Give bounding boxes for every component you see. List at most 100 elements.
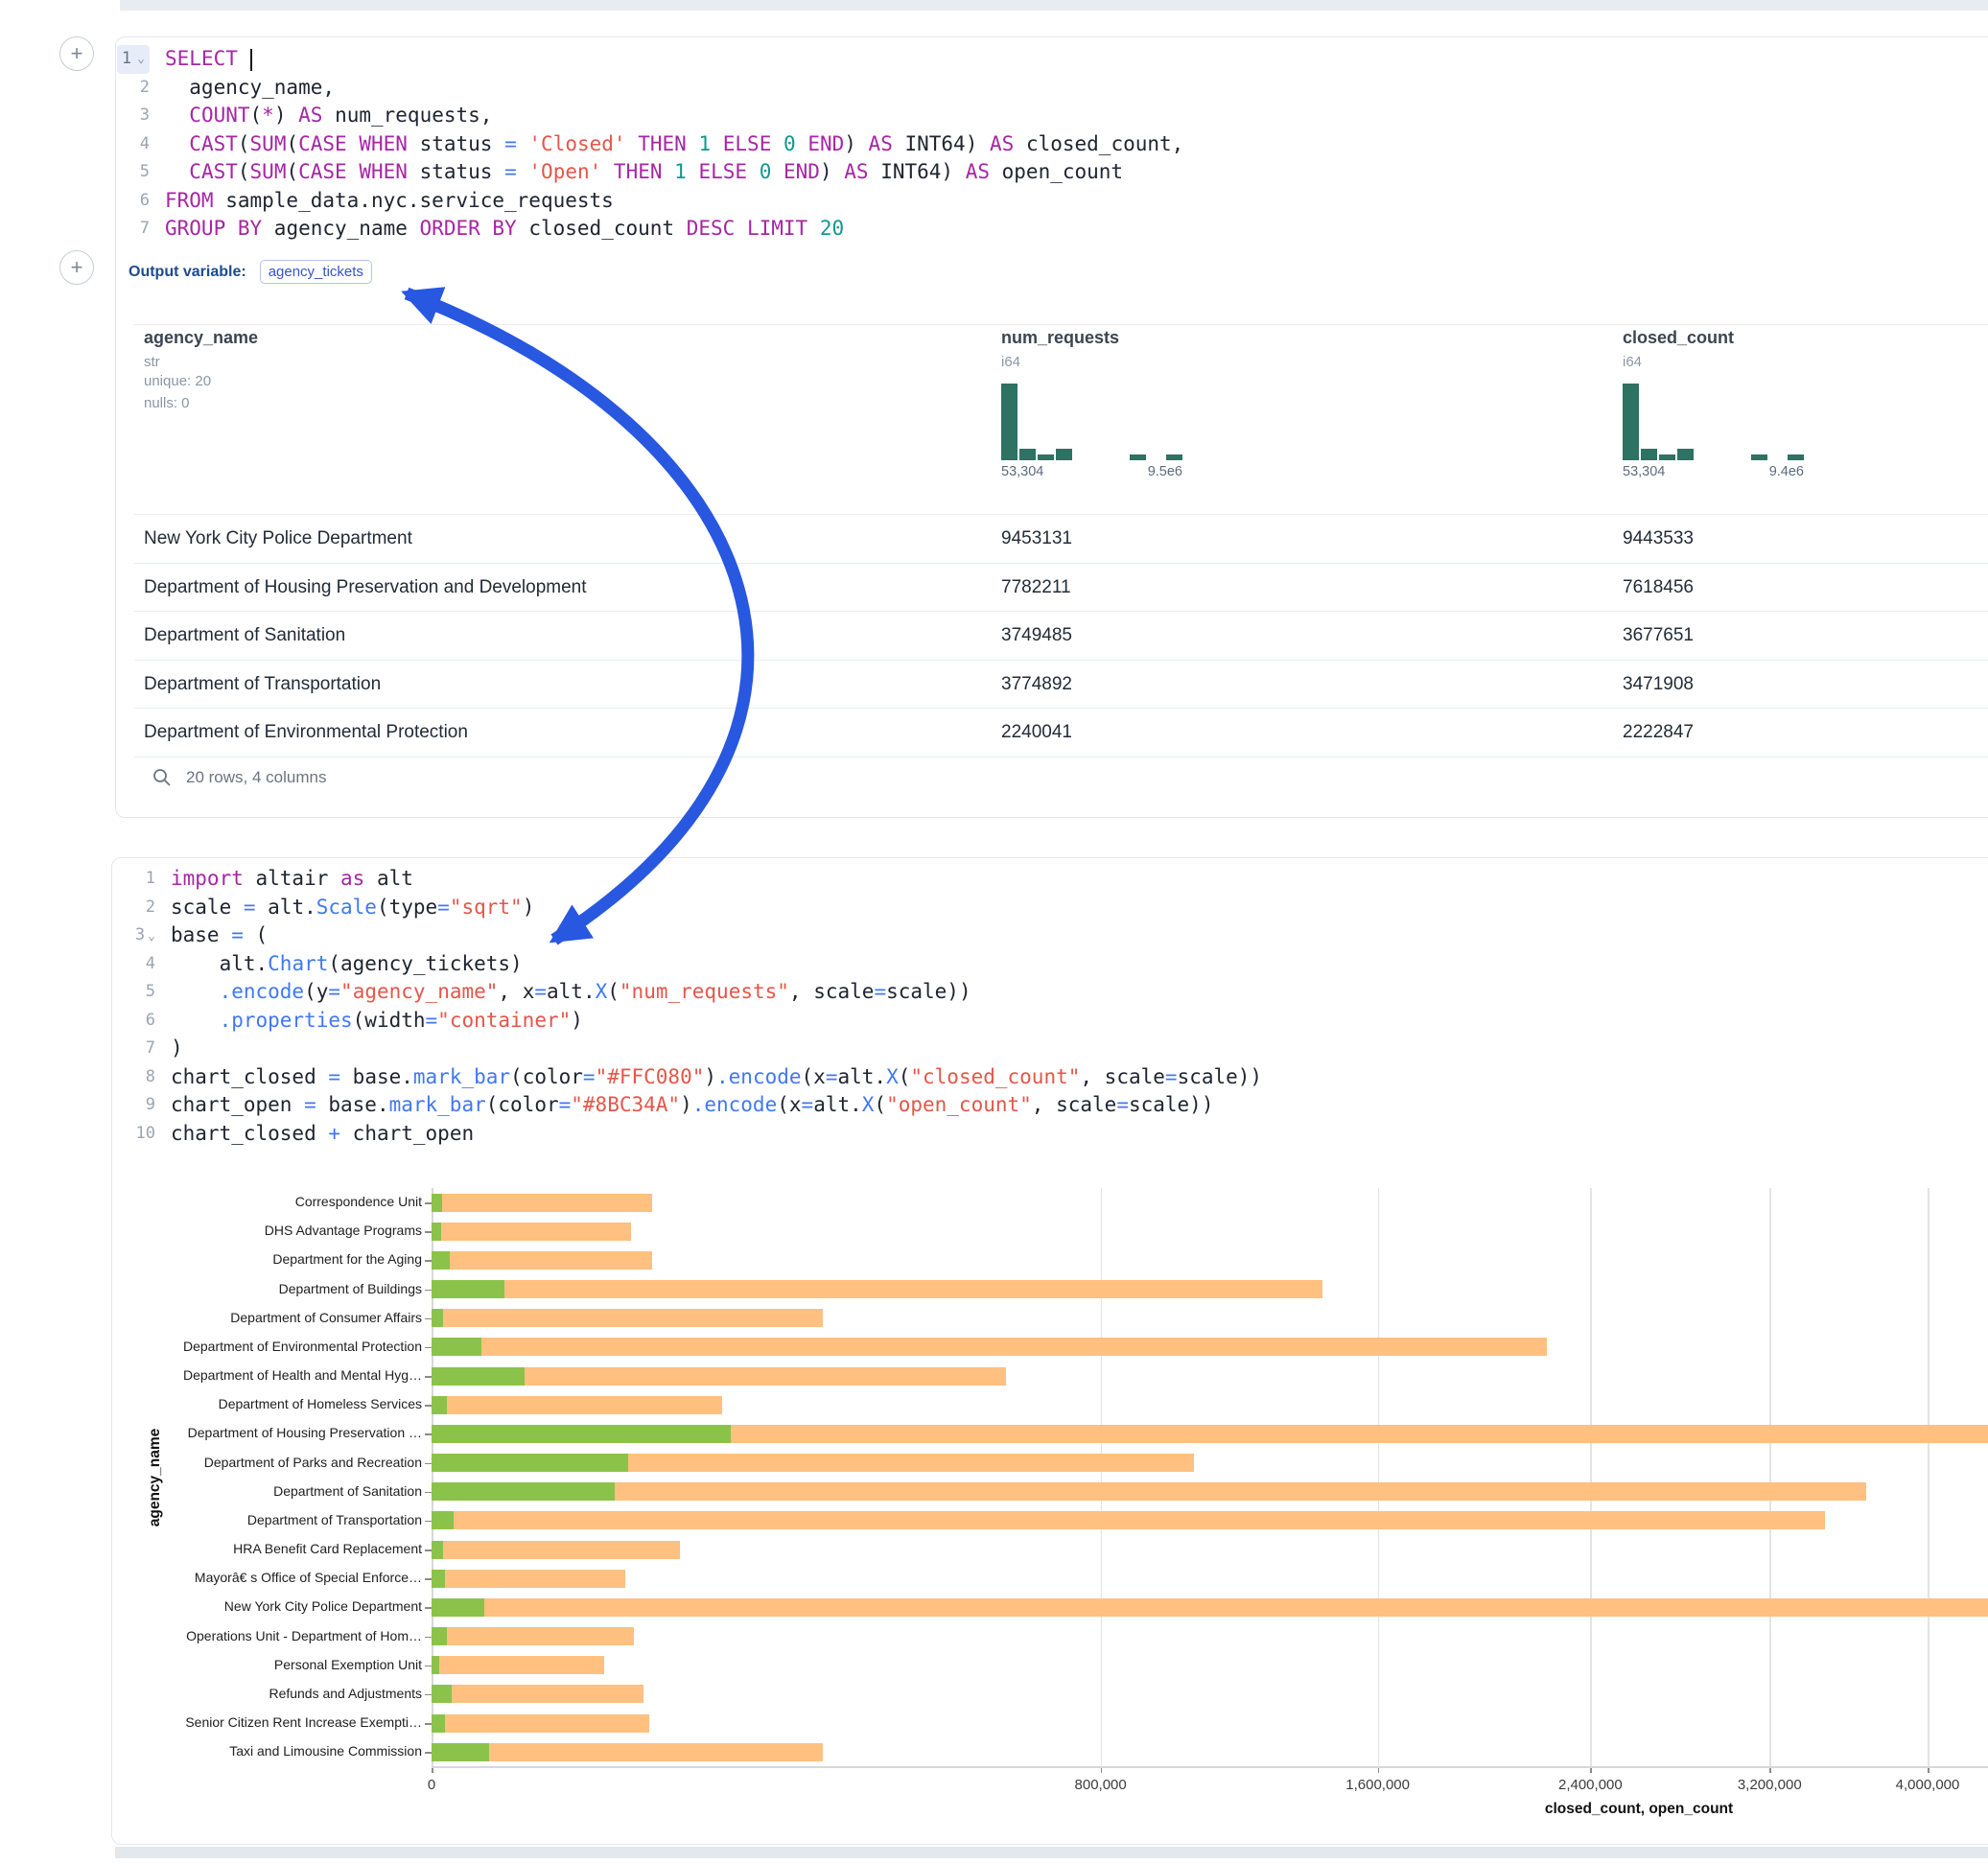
column-unique-count: unique: 20 <box>144 370 258 392</box>
notebook-page: + + 1⌄ SELECT 2 agency_name,3 COUNT(*) AS… <box>0 0 1988 1864</box>
column-type: i64 <box>1001 354 1182 370</box>
cell-agency-name[interactable]: Department of Housing Preservation and D… <box>144 564 587 612</box>
code-line[interactable]: 3 COUNT(*) AS num_requests, <box>94 102 1183 130</box>
cell-num-requests[interactable]: 9453131 <box>1001 515 1072 563</box>
histogram-min: 53,304 <box>1623 464 1665 479</box>
previous-cell-edge <box>120 0 1988 11</box>
line-number: 7 <box>100 1035 155 1063</box>
line-number: 2 <box>94 74 150 103</box>
code-line[interactable]: 5 CAST(SUM(CASE WHEN status = 'Open' THE… <box>94 158 1183 187</box>
cell-closed-count[interactable]: 7618456 <box>1623 564 1694 612</box>
table-top-divider <box>134 324 1988 325</box>
cell-closed-count[interactable]: 2222847 <box>1623 709 1694 757</box>
table-row[interactable]: Department of Environmental Protection 22… <box>134 709 1988 757</box>
code-text: COUNT(*) AS num_requests, <box>165 102 492 130</box>
code-text: chart_closed = base.mark_bar(color="#FFC… <box>171 1063 1262 1092</box>
code-line[interactable]: 1⌄ SELECT <box>94 45 1183 74</box>
histogram-bar <box>1677 449 1694 460</box>
cell-agency-name[interactable]: Department of Sanitation <box>144 612 345 660</box>
code-text: SELECT <box>165 45 252 74</box>
table-row[interactable]: Department of Sanitation 3749485 3677651 <box>134 612 1988 661</box>
code-line[interactable]: 3⌄base = ( <box>100 921 1262 950</box>
next-cell-edge <box>115 1847 1988 1858</box>
line-number: 5 <box>100 978 155 1007</box>
column-name: agency_name <box>144 328 258 348</box>
column-histogram <box>1623 384 1804 460</box>
cell-num-requests[interactable]: 2240041 <box>1001 709 1072 757</box>
code-text: .encode(y="agency_name", x=alt.X("num_re… <box>171 978 971 1007</box>
cell-closed-count[interactable]: 3677651 <box>1623 612 1694 660</box>
code-line[interactable]: 10chart_closed + chart_open <box>100 1120 1262 1149</box>
cell-agency-name[interactable]: New York City Police Department <box>144 515 412 563</box>
fold-chevron-icon[interactable]: ⌄ <box>137 53 145 65</box>
histogram-range: 53,304 9.4e6 <box>1623 464 1804 479</box>
column-type: str <box>144 354 258 370</box>
fold-chevron-icon[interactable]: ⌄ <box>148 929 155 944</box>
cell-num-requests[interactable]: 3749485 <box>1001 612 1072 660</box>
text-cursor <box>250 49 252 71</box>
histogram-bar <box>1056 449 1072 460</box>
line-number: 4 <box>100 950 155 979</box>
cell-agency-name[interactable]: Department of Environmental Protection <box>144 709 468 757</box>
add-cell-button[interactable]: + <box>59 250 94 285</box>
histogram-bar <box>1038 454 1054 460</box>
line-number: 6 <box>100 1007 155 1036</box>
histogram-max: 9.4e6 <box>1769 464 1804 479</box>
output-variable-label: Output variable: <box>129 264 246 281</box>
line-number: 1⌄ <box>94 45 150 74</box>
output-variable-chip[interactable]: agency_tickets <box>260 260 372 284</box>
cell-agency-name[interactable]: Department of Transportation <box>144 661 381 709</box>
code-line[interactable]: 1import altair as alt <box>100 865 1262 894</box>
code-line[interactable]: 7GROUP BY agency_name ORDER BY closed_co… <box>94 215 1183 244</box>
histogram-bar <box>1641 449 1657 460</box>
code-line[interactable]: 8 chart_closed = base.mark_bar(color="#FF… <box>100 1063 1262 1092</box>
line-number: 3⌄ <box>100 921 155 950</box>
code-line[interactable]: 2 agency_name, <box>94 74 1183 103</box>
line-number: 9 <box>100 1091 155 1120</box>
cell-num-requests[interactable]: 7782211 <box>1001 564 1071 612</box>
cell-num-requests[interactable]: 3774892 <box>1001 661 1072 709</box>
code-text: chart_closed + chart_open <box>171 1120 474 1149</box>
code-line[interactable]: 2 scale = alt.Scale(type="sqrt") <box>100 894 1262 922</box>
table-row[interactable]: New York City Police Department 9453131 94… <box>134 515 1988 564</box>
cell-closed-count[interactable]: 3471908 <box>1623 661 1694 709</box>
cell-closed-count[interactable]: 9443533 <box>1623 515 1694 563</box>
histogram-bar <box>1659 454 1675 460</box>
code-text: alt.Chart(agency_tickets) <box>171 950 523 979</box>
column-name: num_requests <box>1001 328 1182 348</box>
table-dimensions-label: 20 rows, 4 columns <box>186 768 326 787</box>
code-text: CAST(SUM(CASE WHEN status = 'Open' THEN … <box>165 158 1123 187</box>
line-number: 7 <box>94 215 150 244</box>
column-type: i64 <box>1623 354 1804 370</box>
code-line[interactable]: 5 .encode(y="agency_name", x=alt.X("num_… <box>100 978 1262 1007</box>
histogram-bar <box>1001 384 1017 460</box>
column-null-count: nulls: 0 <box>144 392 258 414</box>
code-text: .properties(width="container") <box>171 1007 583 1036</box>
column-header-agency-name[interactable]: agency_name str unique: 20 nulls: 0 <box>144 328 258 414</box>
code-text: scale = alt.Scale(type="sqrt") <box>171 894 534 922</box>
add-cell-button[interactable]: + <box>59 36 94 71</box>
results-table: New York City Police Department 9453131 94… <box>134 514 1988 757</box>
code-text: chart_open = base.mark_bar(color="#8BC34… <box>171 1091 1213 1120</box>
code-line[interactable]: 6 .properties(width="container") <box>100 1007 1262 1036</box>
histogram-min: 53,304 <box>1001 464 1043 479</box>
column-histogram <box>1001 384 1182 460</box>
python-editor[interactable]: 1import altair as alt2 scale = alt.Scale(… <box>100 865 1262 1148</box>
column-header-num-requests[interactable]: num_requests i64 53,304 9.5e6 <box>1001 328 1182 479</box>
code-line[interactable]: 9 chart_open = base.mark_bar(color="#8BC3… <box>100 1091 1262 1120</box>
code-text: FROM sample_data.nyc.service_requests <box>165 187 614 216</box>
table-row[interactable]: Department of Transportation 3774892 34719… <box>134 661 1988 710</box>
table-row[interactable]: Department of Housing Preservation and D… <box>134 564 1988 613</box>
histogram-range: 53,304 9.5e6 <box>1001 464 1182 479</box>
code-line[interactable]: 4 alt.Chart(agency_tickets) <box>100 950 1262 979</box>
code-line[interactable]: 4 CAST(SUM(CASE WHEN status = 'Closed' T… <box>94 130 1183 159</box>
code-line[interactable]: 7) <box>100 1035 1262 1063</box>
line-number: 2 <box>100 894 155 922</box>
table-footer: 20 rows, 4 columns <box>152 767 326 788</box>
line-number: 8 <box>100 1063 155 1092</box>
code-line[interactable]: 6FROM sample_data.nyc.service_requests <box>94 187 1183 216</box>
sql-editor[interactable]: 1⌄ SELECT 2 agency_name,3 COUNT(*) AS num… <box>94 45 1183 244</box>
line-number: 5 <box>94 158 150 187</box>
search-icon[interactable] <box>152 767 173 788</box>
column-header-closed-count[interactable]: closed_count i64 53,304 9.4e6 <box>1623 328 1804 479</box>
